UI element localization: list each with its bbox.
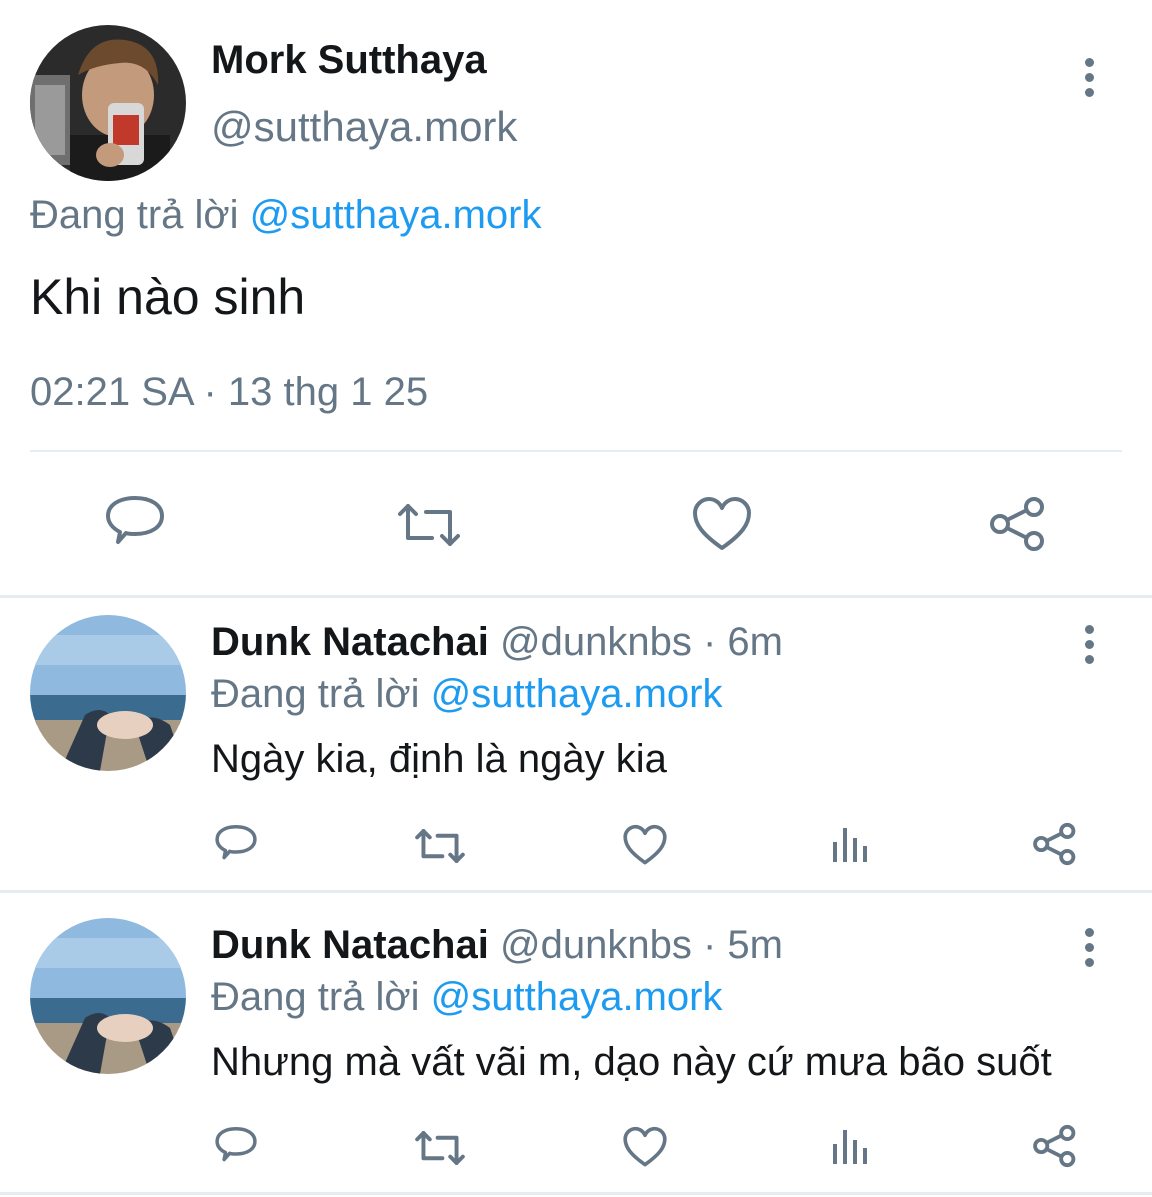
time-ago[interactable]: · 6m xyxy=(703,620,783,664)
author-name[interactable]: Dunk Natachai xyxy=(211,620,489,664)
author-handle[interactable]: @dunknbs xyxy=(500,923,692,967)
section-divider xyxy=(0,890,1152,893)
replying-to-line: Đang trả lời @sutthaya.mork xyxy=(30,193,542,238)
tweet-text: Nhưng mà vất vãi m, dạo này cứ mưa bão s… xyxy=(211,1040,1052,1084)
analytics-icon[interactable] xyxy=(831,826,869,864)
section-divider xyxy=(0,595,1152,598)
replying-to-line: Đang trả lời @sutthaya.mork xyxy=(211,975,723,1020)
more-options-icon[interactable] xyxy=(1082,625,1096,664)
analytics-icon[interactable] xyxy=(831,1128,869,1166)
like-icon[interactable] xyxy=(623,824,667,866)
share-icon[interactable] xyxy=(1032,822,1078,866)
reply-header: Dunk Natachai @dunknbs · 6m xyxy=(211,620,783,665)
more-options-icon[interactable] xyxy=(1082,58,1096,97)
share-icon[interactable] xyxy=(988,496,1048,552)
like-icon[interactable] xyxy=(692,496,752,552)
more-options-icon[interactable] xyxy=(1082,928,1096,967)
replying-to-handle[interactable]: @sutthaya.mork xyxy=(431,975,723,1019)
author-name[interactable]: Mork Sutthaya xyxy=(211,38,487,83)
section-divider xyxy=(0,1192,1152,1195)
time-ago[interactable]: · 5m xyxy=(703,923,783,967)
reply-icon[interactable] xyxy=(104,494,166,554)
replying-prefix: Đang trả lời xyxy=(211,975,420,1019)
reply-icon[interactable] xyxy=(214,1126,258,1168)
retweet-icon[interactable] xyxy=(396,500,462,550)
timestamp-divider xyxy=(30,450,1122,452)
replying-to-line: Đang trả lời @sutthaya.mork xyxy=(211,672,723,717)
reply-header: Dunk Natachai @dunknbs · 5m xyxy=(211,923,783,968)
replying-to-handle[interactable]: @sutthaya.mork xyxy=(250,193,542,237)
tweet-text: Khi nào sinh xyxy=(30,269,306,325)
replying-prefix: Đang trả lời xyxy=(30,193,239,237)
avatar[interactable] xyxy=(30,615,186,771)
retweet-icon[interactable] xyxy=(414,826,466,866)
avatar[interactable] xyxy=(30,918,186,1074)
reply-icon[interactable] xyxy=(214,824,258,866)
author-handle[interactable]: @dunknbs xyxy=(500,620,692,664)
author-name[interactable]: Dunk Natachai xyxy=(211,923,489,967)
author-handle[interactable]: @sutthaya.mork xyxy=(211,103,517,151)
retweet-icon[interactable] xyxy=(414,1128,466,1168)
replying-prefix: Đang trả lời xyxy=(211,672,420,716)
share-icon[interactable] xyxy=(1032,1124,1078,1168)
tweet-text: Ngày kia, định là ngày kia xyxy=(211,737,667,781)
like-icon[interactable] xyxy=(623,1126,667,1168)
tweet-timestamp[interactable]: 02:21 SA · 13 thg 1 25 xyxy=(30,370,428,415)
replying-to-handle[interactable]: @sutthaya.mork xyxy=(431,672,723,716)
avatar[interactable] xyxy=(30,25,186,181)
